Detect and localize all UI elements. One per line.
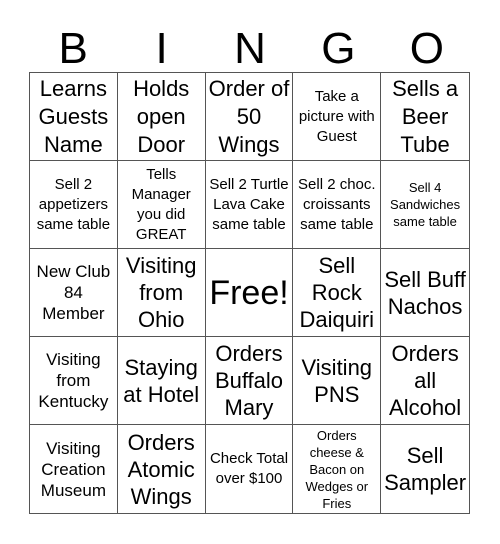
bingo-cell-text: Orders Buffalo Mary (214, 341, 284, 420)
bingo-cell[interactable]: Holds open Door (117, 73, 206, 161)
bingo-cell-text: Visiting PNS (301, 354, 373, 407)
bingo-cell-text: Check Total over $100 (209, 450, 289, 487)
header-letter-n: N (234, 24, 266, 73)
bingo-cell[interactable]: Orders Buffalo Mary (205, 337, 294, 425)
bingo-cell-text: Sell Sampler (384, 443, 467, 495)
bingo-cell[interactable]: Check Total over $100 (206, 425, 294, 513)
bingo-cell[interactable]: Sell 2 choc. croissants same table (293, 161, 382, 249)
bingo-cell-text: Sell Buff Nachos (384, 266, 466, 319)
bingo-cell-text: Sell Rock Daiquiri (299, 253, 375, 332)
bingo-cell[interactable]: Order of 50 Wings (205, 73, 294, 161)
bingo-cell-text: Sell 2 appetizers same table (36, 175, 111, 233)
bingo-cell[interactable]: Sells a Beer Tube (381, 73, 469, 161)
header-letter-b: B (58, 24, 88, 73)
bingo-cell-text: Orders all Alcohol (389, 341, 462, 420)
bingo-cell-text: Staying at Hotel (123, 354, 200, 407)
bingo-cell[interactable]: Sell 4 Sandwiches same table (381, 161, 469, 249)
bingo-cell[interactable]: Tells Manager you did GREAT (117, 161, 206, 249)
bingo-header: B I N G O (29, 26, 471, 72)
bingo-cell-text: Sell 2 choc. croissants same table (298, 175, 376, 233)
bingo-cell-text: Order of 50 Wings (208, 75, 290, 157)
bingo-cell[interactable]: New Club 84 Member (30, 249, 118, 337)
bingo-cell-text: Visiting from Ohio (125, 253, 197, 332)
bingo-cell[interactable]: Sell 2 appetizers same table (30, 161, 118, 249)
bingo-cell[interactable]: Take a picture with Guest (293, 73, 382, 161)
bingo-cell-text: Orders Atomic Wings (127, 429, 195, 509)
bingo-cell[interactable]: Sell Buff Nachos (381, 249, 469, 337)
bingo-cell-text: Tells Manager you did GREAT (131, 165, 191, 243)
bingo-cell-text: Orders cheese & Bacon on Wedges or Fries (305, 427, 369, 511)
bingo-cell[interactable]: Staying at Hotel (117, 337, 206, 425)
bingo-cell[interactable]: Visiting PNS (293, 337, 382, 425)
bingo-cell-text: Sells a Beer Tube (392, 75, 459, 157)
bingo-cell[interactable]: Visiting Creation Museum (30, 425, 118, 513)
bingo-cell[interactable]: Sell Rock Daiquiri (293, 249, 382, 337)
bingo-cell-text: Free! (209, 273, 289, 312)
bingo-cell[interactable]: Sell 2 Turtle Lava Cake same table (205, 161, 294, 249)
bingo-cell[interactable]: Orders all Alcohol (381, 337, 469, 425)
bingo-cell-text: Learns Guests Name (38, 75, 109, 157)
bingo-cell[interactable]: Orders cheese & Bacon on Wedges or Fries (293, 425, 382, 513)
bingo-cell-text: Sell 2 Turtle Lava Cake same table (209, 175, 289, 233)
bingo-cell-text: Visiting Creation Museum (40, 438, 106, 500)
bingo-cell[interactable]: Orders Atomic Wings (118, 425, 206, 513)
bingo-grid: Learns Guests Name Holds open Door Order o… (29, 72, 470, 514)
header-letter-o: O (409, 24, 444, 73)
bingo-cell-text: Sell 4 Sandwiches same table (390, 180, 461, 229)
bingo-cell-text: Visiting from Kentucky (38, 350, 109, 411)
bingo-cell[interactable]: Visiting from Kentucky (30, 337, 118, 425)
bingo-cell[interactable]: Learns Guests Name (30, 73, 118, 161)
bingo-cell[interactable]: Sell Sampler (381, 425, 469, 513)
free-space-cell[interactable]: Free! (205, 249, 294, 337)
header-letter-g: G (321, 24, 356, 73)
header-letter-i: I (155, 24, 168, 73)
bingo-cell[interactable]: Visiting from Ohio (117, 249, 206, 337)
bingo-cell-text: Holds open Door (133, 75, 190, 157)
bingo-cell-text: New Club 84 Member (36, 262, 111, 323)
bingo-cell-text: Take a picture with Guest (298, 87, 375, 145)
